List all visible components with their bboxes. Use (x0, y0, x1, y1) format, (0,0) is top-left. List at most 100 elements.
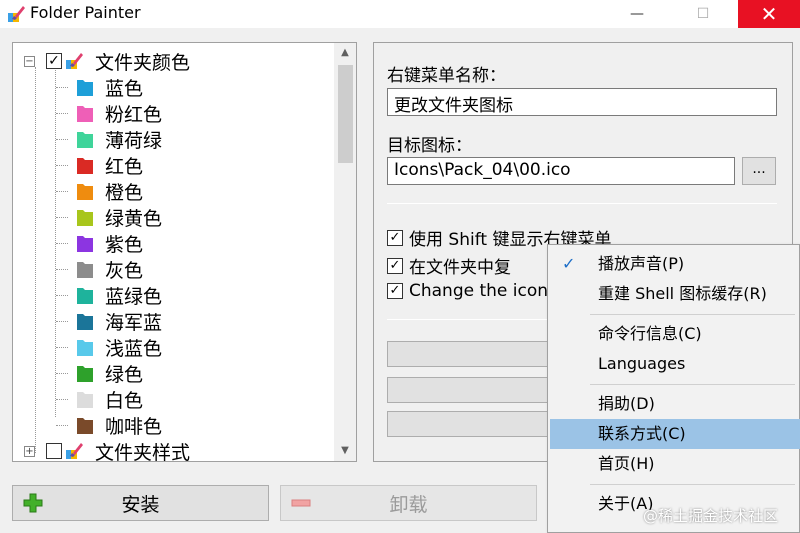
install-label: 安装 (121, 493, 160, 516)
tree-node-color[interactable]: 紫色 (13, 230, 333, 256)
menu-name-input[interactable]: 更改文件夹图标 (387, 88, 777, 116)
folder-color-swatch-icon (77, 210, 93, 226)
folder-color-swatch-icon (77, 184, 93, 200)
tree-guide-line (56, 165, 68, 166)
tree-node-label: 橙色 (105, 182, 144, 204)
option-label: Change the icon (409, 281, 549, 301)
tree-node-label: 蓝绿色 (105, 286, 163, 308)
tree-node-label: 蓝色 (105, 78, 144, 100)
minimize-button[interactable]: — (614, 0, 660, 28)
tree-guide-line (56, 191, 68, 192)
tree-node-color[interactable]: 白色 (13, 386, 333, 412)
target-icon-input[interactable]: Icons\Pack_04\00.ico (387, 157, 735, 185)
close-button[interactable]: ✕ (738, 0, 800, 28)
tree-node-color[interactable]: 橙色 (13, 178, 333, 204)
tree-guide-line (56, 139, 68, 140)
tree-node-color[interactable]: 薄荷绿 (13, 126, 333, 152)
window-title: Folder Painter (30, 3, 141, 22)
option-label: 在文件夹中复 (409, 258, 511, 278)
install-button[interactable]: 安装 (12, 485, 269, 521)
option-checkbox[interactable]: ✓ (387, 283, 403, 299)
folder-color-swatch-icon (77, 80, 93, 96)
folder-color-swatch-icon (77, 288, 93, 304)
menu-separator (590, 314, 795, 315)
separator (387, 203, 777, 204)
tree-node-color[interactable]: 浅蓝色 (13, 334, 333, 360)
tree-scrollbar[interactable]: ▲ ▼ (334, 43, 356, 461)
tree-guide-line (56, 269, 68, 270)
tree-node-label: 粉红色 (105, 104, 163, 126)
paint-brush-app-icon (8, 6, 25, 22)
tree-guide-line (56, 373, 68, 374)
menu-item-contact[interactable]: 联系方式(C) (550, 419, 800, 449)
option-change-icon[interactable]: ✓ Change the icon (387, 281, 548, 301)
option-checkbox[interactable]: ✓ (387, 257, 403, 274)
tree-guide-line (56, 321, 68, 322)
option-in-folder[interactable]: ✓ 在文件夹中复 (387, 253, 511, 278)
menu-item-homepage[interactable]: 首页(H) (550, 449, 800, 479)
maximize-button[interactable]: ☐ (680, 0, 726, 28)
tree-checkbox[interactable]: ✓ (46, 53, 62, 69)
tree-node-color[interactable]: 海军蓝 (13, 308, 333, 334)
watermark: @稀土掘金技术社区 (643, 507, 779, 525)
context-menu: ✓ 播放声音(P) 重建 Shell 图标缓存(R) 命令行信息(C) Lang… (547, 244, 800, 533)
tree-node-label: 紫色 (105, 234, 144, 256)
uninstall-label: 卸载 (389, 493, 428, 516)
tree-checkbox[interactable] (46, 443, 62, 459)
tree-node-color[interactable]: 灰色 (13, 256, 333, 282)
folder-tree[interactable]: − ✓ 文件夹颜色 蓝色粉红色 薄荷绿 红色橙色 绿黄色紫色灰色蓝绿色海军蓝 浅蓝色 绿色… (12, 42, 357, 462)
menu-item-label: 首页(H) (598, 454, 655, 473)
tree-guide-line (56, 243, 68, 244)
tree-node-label: 白色 (105, 390, 144, 412)
folder-color-swatch-icon (77, 236, 93, 252)
folder-color-swatch-icon (77, 418, 93, 434)
tree-node-color[interactable]: 绿色 (13, 360, 333, 386)
tree-node-label: 灰色 (105, 260, 144, 282)
tree-node-color[interactable]: 蓝绿色 (13, 282, 333, 308)
tree-guide-line (56, 399, 68, 400)
folder-color-swatch-icon (77, 132, 93, 148)
browse-button[interactable]: ... (742, 157, 776, 185)
tree-node-color[interactable]: 咖啡色 (13, 412, 333, 438)
menu-separator (590, 384, 795, 385)
menu-item-cmdline-info[interactable]: 命令行信息(C) (550, 319, 800, 349)
tree-node-folder-colors[interactable]: − ✓ 文件夹颜色 (13, 48, 333, 74)
menu-item-label: Languages (598, 354, 686, 373)
menu-item-donate[interactable]: 捐助(D) (550, 389, 800, 419)
tree-node-color[interactable]: 蓝色 (13, 74, 333, 100)
menu-item-label: 联系方式(C) (598, 424, 686, 443)
expand-icon[interactable]: + (24, 446, 35, 457)
tree-node-color[interactable]: 粉红色 (13, 100, 333, 126)
scroll-up-arrow-icon[interactable]: ▲ (334, 43, 356, 63)
folder-color-swatch-icon (77, 366, 93, 382)
folder-color-swatch-icon (77, 262, 93, 278)
menu-item-play-sound[interactable]: ✓ 播放声音(P) (550, 249, 800, 279)
tree-guide-line (56, 295, 68, 296)
folder-color-swatch-icon (77, 106, 93, 122)
tree-guide-line (56, 217, 68, 218)
menu-separator (590, 484, 795, 485)
uninstall-button[interactable]: 卸载 (280, 485, 537, 521)
check-icon: ✓ (562, 254, 576, 273)
tree-guide-line (56, 87, 68, 88)
tree-node-folder-styles[interactable]: + 文件夹样式 (13, 438, 333, 461)
tree-node-label: 海军蓝 (105, 312, 163, 334)
tree-node-label: 文件夹颜色 (95, 52, 191, 74)
option-checkbox[interactable]: ✓ (387, 229, 403, 246)
tree-guide-line (56, 347, 68, 348)
scroll-down-arrow-icon[interactable]: ▼ (334, 441, 356, 461)
menu-name-label: 右键菜单名称： (387, 66, 506, 86)
tree-node-color[interactable]: 绿黄色 (13, 204, 333, 230)
folder-color-swatch-icon (77, 340, 93, 356)
target-icon-label: 目标图标： (387, 136, 472, 156)
menu-item-label: 命令行信息(C) (598, 324, 702, 343)
scroll-thumb[interactable] (338, 65, 353, 163)
tree-node-color[interactable]: 红色 (13, 152, 333, 178)
folder-color-swatch-icon (77, 392, 93, 408)
collapse-icon[interactable]: − (24, 56, 35, 67)
menu-item-languages[interactable]: Languages (550, 349, 800, 379)
title-bar: Folder Painter — ☐ ✕ (0, 0, 800, 28)
tree-guide-line (56, 113, 68, 114)
menu-item-label: 播放声音(P) (598, 254, 685, 273)
menu-item-rebuild-cache[interactable]: 重建 Shell 图标缓存(R) (550, 279, 800, 309)
